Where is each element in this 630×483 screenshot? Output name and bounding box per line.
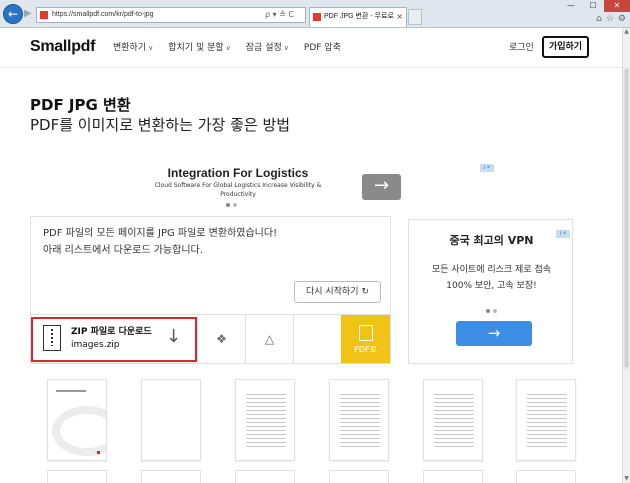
nav-item-convert[interactable]: 변환하기 ∨	[113, 42, 153, 54]
dropbox-icon: ❖	[216, 332, 227, 346]
tab-close-icon[interactable]: ×	[396, 11, 403, 23]
page-thumbnail[interactable]	[235, 379, 295, 461]
tab-title: PDF JPG 변환 - 무료로 온...	[324, 13, 396, 20]
nav-item-protect[interactable]: 잠금 설정 ∨	[246, 42, 289, 54]
conversion-result-card: PDF 파일의 모든 페이지를 JPG 파일로 변환하였습니다! 아래 리스트에…	[30, 216, 391, 364]
browser-tab-active[interactable]: PDF JPG 변환 - 무료로 온... ×	[309, 7, 407, 27]
chevron-down-icon: ∨	[283, 44, 289, 52]
carousel-dot[interactable]	[226, 203, 230, 207]
download-actions-bar: ZIP 파일로 다운로드 images.zip ↓ ❖ △ PDF로	[31, 314, 390, 363]
arrow-right-icon: →	[373, 175, 390, 196]
result-message: PDF 파일의 모든 페이지를 JPG 파일로 변환하였습니다! 아래 리스트에…	[43, 228, 278, 256]
page-title: PDF JPG 변환	[30, 96, 131, 114]
main-nav: 변환하기 ∨ 합치기 및 분할 ∨ 잠금 설정 ∨ PDF 압축	[113, 42, 341, 54]
smallpdf-logo[interactable]: Smallpdf	[30, 37, 95, 57]
thumbnail-text-lines	[434, 394, 474, 450]
signup-button[interactable]: 가입하기	[542, 36, 589, 58]
thumbnail-text-lines	[527, 394, 567, 450]
page-thumbnail-row2[interactable]	[329, 470, 389, 483]
arrow-right-icon: →	[487, 324, 501, 342]
browser-toolbar-icons: ⌂ ☆ ⚙	[596, 13, 626, 25]
save-to-dropbox-button[interactable]: ❖	[197, 315, 245, 363]
download-arrow-icon: ↓	[166, 326, 182, 347]
side-ad-arrow-button[interactable]: →	[456, 321, 532, 346]
carousel-dot[interactable]	[486, 309, 490, 313]
back-arrow-icon: ←	[7, 7, 19, 21]
restart-label: 다시 시작하기	[305, 287, 359, 297]
page-thumbnail-row2[interactable]	[235, 470, 295, 483]
page-thumbnail[interactable]	[47, 379, 107, 461]
ad-banner-top[interactable]: Integration For Logistics Cloud Software…	[130, 160, 494, 210]
thumbnail-red-mark	[97, 451, 100, 454]
chevron-down-icon: ∨	[225, 44, 231, 52]
nav-item-compress[interactable]: PDF 압축	[304, 42, 341, 54]
thumbnail-text-lines	[340, 394, 380, 450]
thumbnail-cover-graphic	[52, 406, 106, 456]
close-window-button[interactable]: ✕	[604, 0, 630, 12]
favorites-star-icon[interactable]: ☆	[606, 13, 614, 25]
save-to-drive-button[interactable]: △	[245, 315, 293, 363]
ad-subtitle: Cloud Software For Global Logistics Incr…	[154, 182, 322, 198]
minimize-button[interactable]: —	[560, 0, 582, 12]
google-drive-icon: △	[264, 332, 275, 346]
page-thumbnail[interactable]	[516, 379, 576, 461]
empty-action-cell	[293, 315, 341, 363]
scroll-up-icon[interactable]: ▲	[623, 28, 630, 36]
browser-chrome: ← ▶ https://smallpdf.com/kr/pdf-to-jpg ρ…	[0, 0, 630, 28]
page-thumbnail-row2[interactable]	[516, 470, 576, 483]
chevron-down-icon: ∨	[148, 44, 154, 52]
download-zip-button[interactable]: ZIP 파일로 다운로드 images.zip ↓	[31, 317, 197, 362]
tab-favicon-icon	[313, 13, 321, 21]
pdf-button-label: PDF로	[354, 345, 377, 354]
forward-button[interactable]: ▶	[24, 7, 36, 21]
forward-arrow-icon: ▶	[24, 8, 32, 19]
page-thumbnail[interactable]	[423, 379, 483, 461]
ad-carousel-dots	[226, 203, 237, 207]
zip-file-icon	[43, 325, 61, 351]
back-button[interactable]: ←	[3, 4, 23, 24]
side-ad-title: 중국 최고의 VPN	[449, 234, 534, 247]
site-header: Smallpdf 변환하기 ∨ 합치기 및 분할 ∨ 잠금 설정 ∨ PDF 압축 로…	[0, 28, 622, 68]
side-ad-dots	[486, 309, 497, 313]
download-filename: images.zip	[71, 340, 120, 350]
ad-side-vpn[interactable]: 중국 최고의 VPN 모든 사이트에 리스크 제로 접속 100% 보안, 고속…	[408, 219, 573, 364]
settings-gear-icon[interactable]: ⚙	[618, 13, 626, 25]
ad-title: Integration For Logistics	[167, 166, 309, 180]
nav-item-merge-split[interactable]: 합치기 및 분할 ∨	[168, 42, 231, 54]
carousel-dot[interactable]	[233, 203, 237, 207]
page-thumbnail[interactable]	[141, 379, 201, 461]
convert-to-pdf-button[interactable]: PDF로	[341, 315, 390, 363]
restart-button[interactable]: 다시 시작하기 ↻	[294, 281, 381, 303]
carousel-dot[interactable]	[493, 309, 497, 313]
window-controls: — ☐ ✕	[560, 0, 630, 12]
download-title: ZIP 파일로 다운로드	[71, 327, 152, 337]
scroll-down-icon[interactable]: ▼	[623, 475, 630, 483]
maximize-button[interactable]: ☐	[582, 0, 604, 12]
home-icon[interactable]: ⌂	[596, 13, 602, 25]
page-thumbnail-row2[interactable]	[47, 470, 107, 483]
address-bar[interactable]: https://smallpdf.com/kr/pdf-to-jpg ρ ▾ ≙…	[36, 7, 306, 23]
login-link[interactable]: 로그인	[509, 42, 534, 54]
side-ad-body: 모든 사이트에 리스크 제로 접속 100% 보안, 고속 보장!	[431, 265, 552, 291]
adchoices-icon[interactable]: i ×	[480, 164, 494, 172]
page-subtitle: PDF를 이미지로 변환하는 가장 좋은 방법	[30, 116, 291, 134]
thumbnail-title-line	[56, 390, 86, 392]
pdf-document-icon	[358, 325, 373, 341]
scrollbar-thumb[interactable]	[624, 68, 629, 368]
new-tab-button[interactable]	[408, 9, 422, 25]
refresh-icon: ↻	[361, 287, 370, 297]
thumbnail-text-lines	[246, 394, 286, 450]
page-thumbnail-row2[interactable]	[423, 470, 483, 483]
adchoices-icon[interactable]: i ×	[556, 230, 570, 238]
site-favicon-icon	[40, 11, 48, 19]
ad-arrow-button[interactable]: →	[362, 174, 401, 200]
address-url[interactable]: https://smallpdf.com/kr/pdf-to-jpg	[52, 9, 154, 21]
address-controls[interactable]: ρ ▾ ≙ C	[265, 9, 294, 21]
page-thumbnail-row2[interactable]	[141, 470, 201, 483]
page-scrollbar[interactable]: ▲ ▼	[622, 28, 630, 483]
page-thumbnail[interactable]	[329, 379, 389, 461]
